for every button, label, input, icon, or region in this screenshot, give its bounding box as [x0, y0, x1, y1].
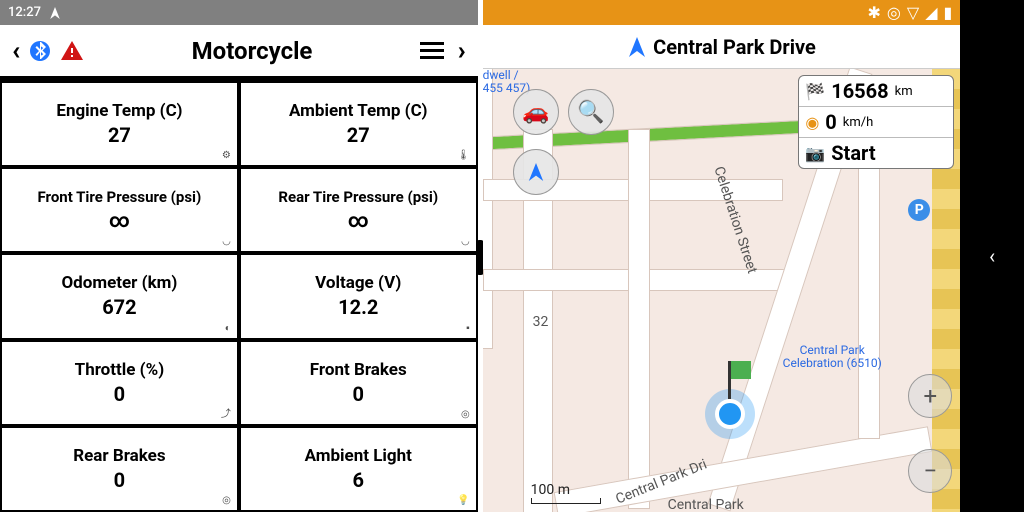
warning-icon: [60, 39, 84, 63]
cell-front-tire[interactable]: Front Tire Pressure (psi)∞◡: [0, 167, 239, 253]
engine-icon: ⚙: [222, 150, 231, 161]
start-row[interactable]: 📷 Start: [799, 138, 953, 168]
system-back-button[interactable]: ‹: [989, 244, 995, 268]
flag-icon: 🏁: [805, 82, 825, 101]
cell-voltage[interactable]: Voltage (V)12.2▪: [239, 253, 478, 339]
dashboard-grid: Engine Temp (C)27⚙ Ambient Temp (C)27🌡 F…: [0, 78, 478, 512]
signal-icon: ◢: [925, 3, 937, 22]
system-nav-bar: ‹: [960, 0, 1024, 512]
compass-button[interactable]: [513, 149, 559, 195]
cell-ambient-light[interactable]: Ambient Light6💡: [239, 426, 478, 512]
house-number: 32: [533, 314, 549, 330]
thermometer-icon: 🌡: [457, 150, 470, 161]
tire-icon: ◡: [461, 236, 470, 247]
clock-time: 12:27: [8, 5, 41, 20]
cell-rear-tire[interactable]: Rear Tire Pressure (psi)∞◡: [239, 167, 478, 253]
destination-header[interactable]: Central Park Drive: [483, 25, 961, 69]
cell-front-brakes[interactable]: Front Brakes0◎: [239, 340, 478, 426]
cell-odometer[interactable]: Odometer (km)672◐: [0, 253, 239, 339]
map-canvas[interactable]: dwell / 455 457) 🚗 🔍 🏁 16568 km ◉ 0 km/h…: [483, 69, 961, 512]
zoom-out-button[interactable]: −: [908, 449, 952, 493]
battery-icon: ▮: [944, 3, 953, 22]
page-title: Motorcycle: [192, 37, 313, 65]
status-bar: 12:27: [0, 0, 478, 25]
speedometer-icon: ◉: [805, 113, 819, 132]
brake-icon: ◎: [222, 495, 231, 506]
bulb-icon: 💡: [457, 495, 469, 506]
menu-button[interactable]: [420, 42, 444, 59]
street-cpark: Central Park: [668, 497, 744, 512]
tire-icon: ◡: [222, 236, 231, 247]
next-button[interactable]: ›: [458, 36, 466, 66]
vehicle-mode-button[interactable]: 🚗: [513, 89, 559, 135]
poi-label: Central Park Celebration (6510): [783, 344, 882, 370]
cell-ambient-temp[interactable]: Ambient Temp (C)27🌡: [239, 81, 478, 167]
bluetooth-icon[interactable]: [28, 39, 52, 63]
prev-button[interactable]: ‹: [12, 36, 20, 66]
gauge-icon: ◐: [225, 323, 231, 334]
location-icon: ◎: [887, 3, 901, 22]
brake-icon: ◎: [461, 409, 470, 420]
distance-row[interactable]: 🏁 16568 km: [799, 76, 953, 107]
camera-icon: 📷: [805, 144, 825, 163]
speed-row[interactable]: ◉ 0 km/h: [799, 107, 953, 138]
wifi-icon: ▽: [907, 3, 919, 22]
destination-title: Central Park Drive: [653, 35, 816, 59]
current-location-pin: [715, 399, 745, 429]
parking-icon: P: [908, 199, 930, 221]
trip-info-panel: 🏁 16568 km ◉ 0 km/h 📷 Start: [798, 75, 954, 169]
throttle-icon: ⤴: [221, 405, 231, 420]
zoom-in-button[interactable]: +: [908, 374, 952, 418]
status-bar-right: ✱ ◎ ▽ ◢ ▮: [483, 0, 961, 25]
cell-throttle[interactable]: Throttle (%)0⤴: [0, 340, 239, 426]
battery-icon: ▪: [466, 323, 470, 334]
search-button[interactable]: 🔍: [568, 89, 614, 135]
cell-rear-brakes[interactable]: Rear Brakes0◎: [0, 426, 239, 512]
dashboard-header: ‹ Motorcycle ›: [0, 25, 478, 78]
map-scale: 100 m: [531, 482, 601, 504]
cell-engine-temp[interactable]: Engine Temp (C)27⚙: [0, 81, 239, 167]
nav-arrow-icon: [627, 37, 647, 57]
bluetooth-icon: ✱: [868, 3, 881, 22]
nav-arrow-icon: [49, 7, 61, 19]
